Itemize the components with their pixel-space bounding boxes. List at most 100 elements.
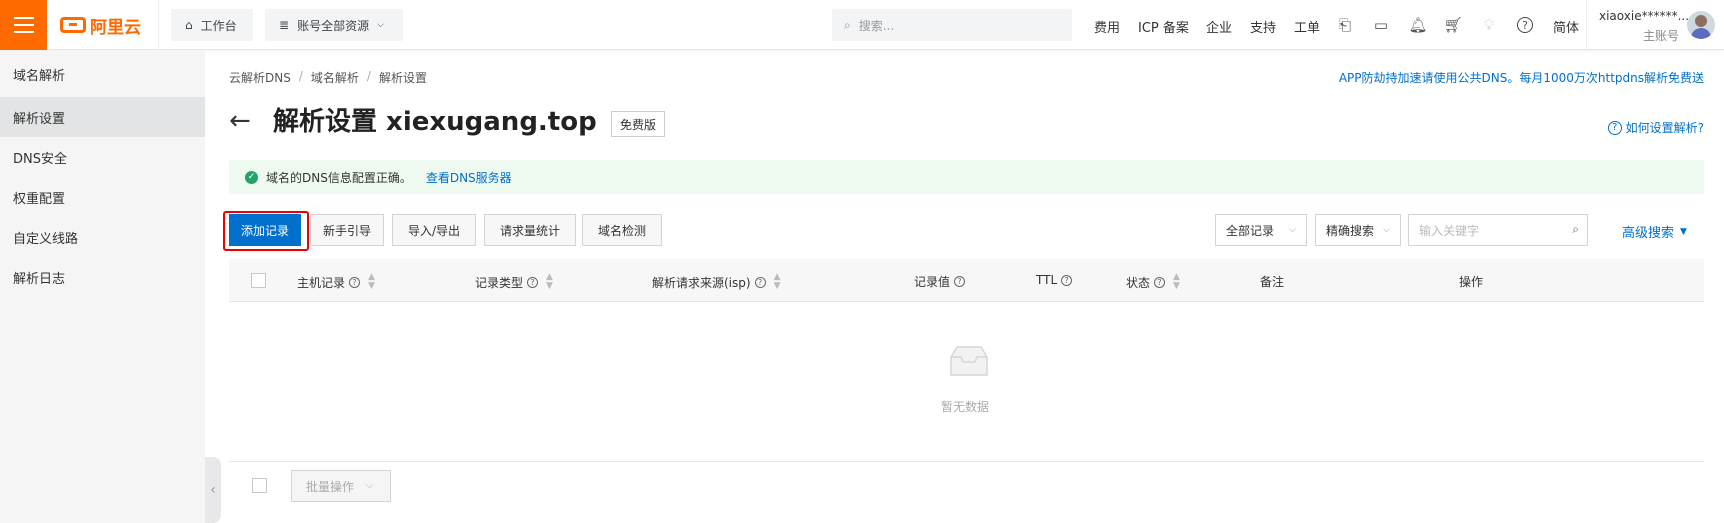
column-type[interactable]: 记录类型 ? ▲ ▼ [475,273,553,291]
column-label: 解析请求来源(isp) [652,275,751,290]
question-icon[interactable]: ? [754,276,766,288]
sidebar-item-label: 自定义线路 [13,231,79,247]
footer-select-checkbox[interactable] [252,478,267,493]
top-bar: 阿里云 ⌂ 工作台 ≣ 账号全部资源 ⌵ ⌕ 搜索... 费用 ICP 备案 企… [0,0,1724,50]
help-link[interactable]: ? 如何设置解析? [1607,119,1704,136]
chevron-down-icon: ⌵ [377,20,384,30]
promo-link[interactable]: APP防劫持加速请使用公共DNS。每月1000万次httpdns解析免费送 [1339,69,1704,86]
check-circle-icon: ✓ [245,170,258,184]
view-dns-servers-link[interactable]: 查看DNS服务器 [426,169,512,186]
sidebar-item-resolution-log[interactable]: 解析日志 [0,257,205,297]
column-label: 记录值 [914,275,951,289]
batch-action-label: 批量操作 [306,479,355,494]
home-icon: ⌂ [185,18,193,32]
workbench-label: 工作台 [200,18,237,33]
user-menu[interactable]: xiaoxie******... 主账号 [1586,0,1724,50]
sidebar-item-weight-config[interactable]: 权重配置 [0,177,205,217]
sidebar-item-custom-lines[interactable]: 自定义线路 [0,217,205,257]
bulb-icon[interactable]: 💡︎ [1479,15,1499,35]
column-status[interactable]: 状态 ? ▲ ▼ [1126,273,1180,291]
search-placeholder: 搜索... [858,18,895,33]
chevron-down-icon: ⌵ [1289,225,1296,235]
sidebar-item-dns-security[interactable]: DNS安全 [0,137,205,177]
plan-badge: 免费版 [611,111,666,137]
language-switch[interactable]: 简体 [1553,17,1579,36]
nav-ticket[interactable]: 工单 [1294,17,1320,36]
nav-icp[interactable]: ICP 备案 [1138,17,1189,36]
aliyun-logo-icon [60,17,86,33]
request-stats-button[interactable]: 请求量统计 [484,214,576,246]
question-icon[interactable]: ? [954,276,966,287]
dns-status-notice: ✓ 域名的DNS信息配置正确。 查看DNS服务器 [229,160,1704,194]
cart-icon[interactable]: 🛒︎ [1443,15,1463,35]
sort-icon[interactable]: ▲ ▼ [546,273,553,291]
divider [158,0,159,50]
column-remark: 备注 [1260,273,1284,290]
chevron-down-icon: ⌵ [1383,225,1390,235]
avatar[interactable] [1687,11,1715,39]
nav-enterprise[interactable]: 企业 [1206,17,1232,36]
sort-icon[interactable]: ▲ ▼ [368,273,375,291]
breadcrumb-item-current: 解析设置 [378,71,427,85]
breadcrumb-item[interactable]: 云解析DNS [229,69,291,86]
keyword-input[interactable]: 输入关键字 ⌕ [1408,214,1588,246]
sort-icon[interactable]: ▲ ▼ [774,273,781,291]
app-icon[interactable]: ⎗ [1335,15,1355,35]
column-host[interactable]: 主机记录 ? ▲ ▼ [297,273,375,291]
main-content: 云解析DNS / 域名解析 / 解析设置 APP防劫持加速请使用公共DNS。每月… [223,51,1704,523]
caret-down-icon: ▼ [1680,226,1687,237]
add-record-button[interactable]: 添加记录 [229,214,301,246]
back-arrow-icon[interactable]: ← [229,108,251,134]
divider [229,461,1704,462]
column-label: 备注 [1260,275,1285,289]
bell-icon[interactable]: 🔔︎ [1408,15,1428,35]
search-icon[interactable]: ⌕ [1572,222,1579,237]
advanced-search-toggle[interactable]: 高级搜索 ▼ [1622,222,1687,241]
empty-state-text: 暂无数据 [941,400,990,414]
terminal-icon[interactable]: ▭ [1371,15,1391,35]
domain-check-button[interactable]: 域名检测 [582,214,662,246]
workbench-button[interactable]: ⌂ 工作台 [171,9,253,41]
keyword-placeholder: 输入关键字 [1419,223,1480,238]
column-value: 记录值 ? [914,273,966,290]
column-label: 操作 [1459,275,1484,289]
sort-icon[interactable]: ▲ ▼ [1173,273,1180,291]
database-icon: ≣ [279,18,290,32]
chevron-left-icon: ‹ [210,482,216,498]
resources-dropdown[interactable]: ≣ 账号全部资源 ⌵ [265,9,403,41]
question-icon[interactable]: ? [527,276,539,288]
search-mode-value: 精确搜索 [1326,223,1375,238]
nav-support[interactable]: 支持 [1250,17,1276,36]
sidebar-item-domain-resolution[interactable]: 域名解析 [0,54,205,94]
question-icon[interactable]: ? [349,276,361,288]
sidebar-item-label: 解析设置 [13,111,66,127]
sidebar-item-label: 域名解析 [13,68,66,84]
record-filter-value: 全部记录 [1226,223,1275,238]
sidebar-item-label: 解析日志 [13,271,66,287]
import-export-button[interactable]: 导入/导出 [392,214,476,246]
sidebar-item-label: DNS安全 [13,151,67,167]
nav-billing[interactable]: 费用 [1094,17,1120,36]
column-isp[interactable]: 解析请求来源(isp) ? ▲ ▼ [652,273,781,291]
chevron-down-icon: ⌵ [366,481,373,491]
sidebar-collapse-toggle[interactable]: ‹ [205,457,221,523]
column-actions: 操作 [1459,273,1483,290]
notice-text: 域名的DNS信息配置正确。 [266,170,412,185]
column-label: TTL [1036,273,1058,287]
search-mode-select[interactable]: 精确搜索 ⌵ [1315,214,1401,246]
help-icon[interactable]: ? [1515,15,1535,35]
global-search[interactable]: ⌕ 搜索... [832,9,1072,41]
record-filter-select[interactable]: 全部记录 ⌵ [1215,214,1307,246]
breadcrumb-separator: / [366,69,371,83]
guide-button[interactable]: 新手引导 [310,214,384,246]
breadcrumb-item[interactable]: 域名解析 [311,69,359,86]
question-icon: ? [1607,120,1622,135]
breadcrumb: 云解析DNS / 域名解析 / 解析设置 [229,69,427,86]
batch-action-dropdown[interactable]: 批量操作 ⌵ [291,470,391,502]
question-icon[interactable]: ? [1061,274,1073,286]
menu-icon[interactable] [0,0,47,50]
question-icon[interactable]: ? [1154,276,1166,288]
sidebar-item-resolution-settings[interactable]: 解析设置 [0,97,205,137]
logo[interactable]: 阿里云 [60,14,141,38]
select-all-checkbox[interactable] [251,273,266,288]
